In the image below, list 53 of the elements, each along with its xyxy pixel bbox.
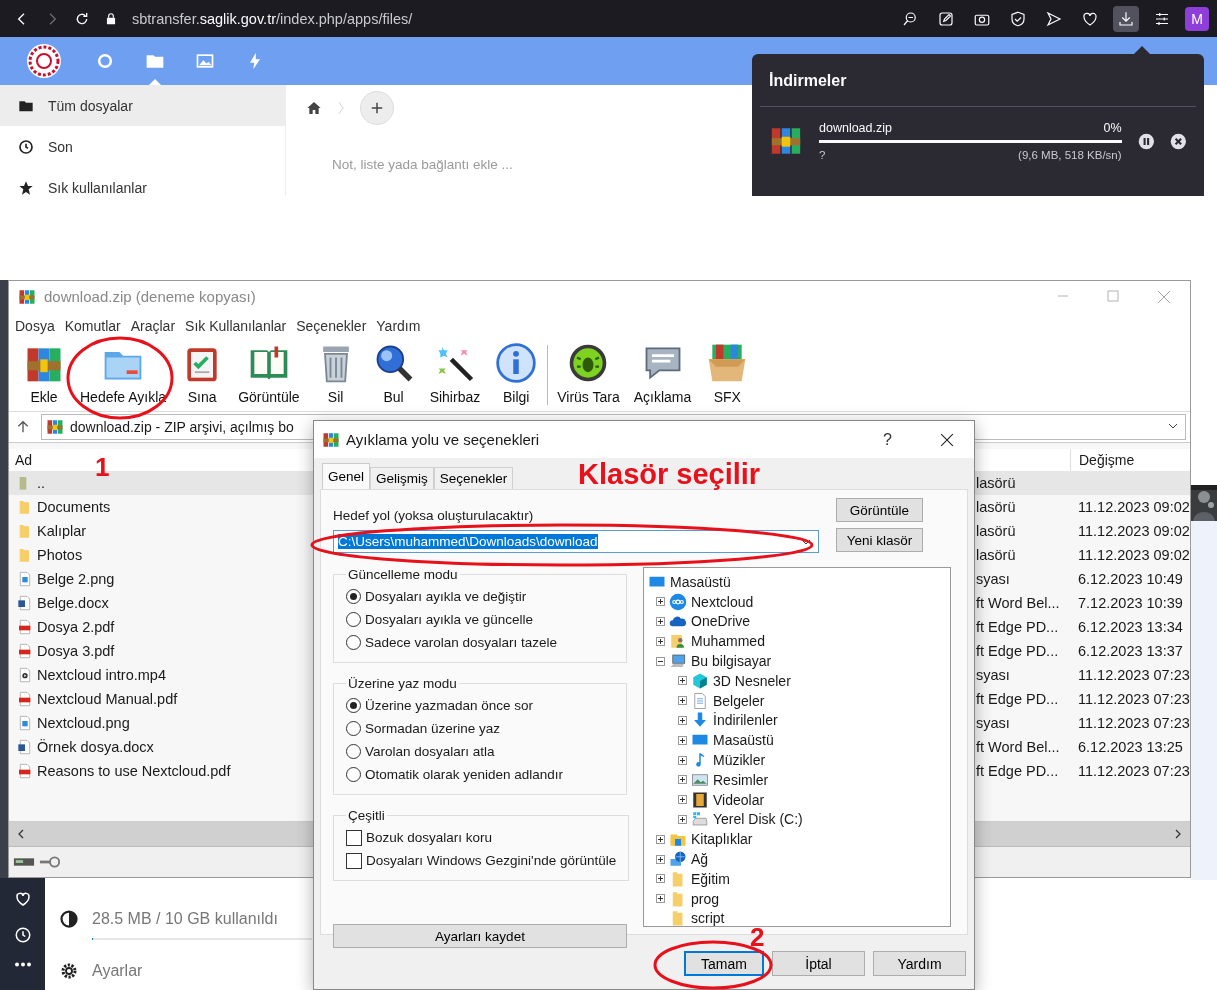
progress-percent: 0%	[1103, 121, 1122, 135]
storage-usage: 28.5 MB / 10 GB kullanıldı	[92, 910, 279, 928]
table-cell-text: ft Word Bel...	[975, 739, 1061, 755]
file-name: Dosya 2.pdf	[37, 619, 115, 635]
table-cell-text: ft Edge PD...	[975, 763, 1060, 779]
table-cell-text: lasörü	[975, 499, 1017, 515]
file-name: Örnek dosya.docx	[37, 739, 154, 755]
table-cell-text: 6.12.2023 13:37	[1077, 643, 1184, 659]
file-name: Documents	[37, 499, 111, 515]
path-text: download.zip - ZIP arşivi, açılmış bo	[70, 419, 294, 435]
file-name: Reasons to use Nextcloud.pdf	[37, 763, 231, 779]
annotation-text: 1	[95, 452, 110, 483]
annotation-text: 2	[750, 922, 765, 953]
file-name: Belge.docx	[37, 595, 109, 611]
table-cell-text: 11.12.2023 09:02	[1077, 499, 1190, 515]
table-cell-text: ft Edge PD...	[975, 619, 1060, 635]
status-text: ?	[819, 149, 826, 161]
table-cell-text: 11.12.2023 07:23	[1077, 667, 1190, 683]
window-title: download.zip (deneme kopyası)	[44, 288, 256, 305]
table-cell-text: 7.12.2023 10:39	[1077, 595, 1184, 611]
file-name: Belge 2.png	[37, 571, 115, 587]
table-cell-text: lasörü	[975, 523, 1017, 539]
annotation-text: Klasör seçilir	[578, 458, 761, 491]
table-cell-text: syası	[975, 715, 1011, 731]
table-cell-text: ft Edge PD...	[975, 691, 1060, 707]
file-name: download.zip	[819, 121, 892, 135]
table-cell-text: 6.12.2023 13:34	[1077, 619, 1184, 635]
file-name: Dosya 3.pdf	[37, 643, 115, 659]
table-cell-text: ft Edge PD...	[975, 643, 1060, 659]
file-name: ..	[37, 475, 46, 491]
field-label: Hedef yol (yoksa oluşturulacaktır)	[333, 507, 535, 525]
table-cell-text: 11.12.2023 07:23	[1077, 715, 1190, 731]
file-name: Nextcloud Manual.pdf	[37, 691, 178, 707]
transfer-size: (9,6 MB, 518 KB/sn)	[1018, 149, 1122, 161]
file-name: Nextcloud intro.mp4	[37, 667, 166, 683]
table-cell-text: 11.12.2023 09:02	[1077, 547, 1190, 563]
table-cell-text: ft Word Bel...	[975, 595, 1061, 611]
table-cell-text: 11.12.2023 09:02	[1077, 523, 1190, 539]
table-cell-text: 11.12.2023 07:23	[1077, 691, 1190, 707]
file-name: Nextcloud.png	[37, 715, 130, 731]
table-cell-text: 11.12.2023 07:23	[1077, 763, 1190, 779]
table-cell-text: 6.12.2023 10:49	[1077, 571, 1184, 587]
table-cell-text: 6.12.2023 13:25	[1077, 739, 1184, 755]
table-cell-text: syası	[975, 667, 1011, 683]
table-cell-text: lasörü	[975, 475, 1017, 491]
file-name: Kalıplar	[37, 523, 87, 539]
table-cell-text: syası	[975, 571, 1011, 587]
panel-title: İndirmeler	[768, 71, 848, 90]
group-title: Çeşitli	[347, 808, 386, 823]
table-cell-text: lasörü	[975, 547, 1017, 563]
group-title: Üzerine yaz modu	[347, 676, 458, 691]
file-name: Photos	[37, 547, 83, 563]
group-title: Güncelleme modu	[347, 567, 459, 582]
